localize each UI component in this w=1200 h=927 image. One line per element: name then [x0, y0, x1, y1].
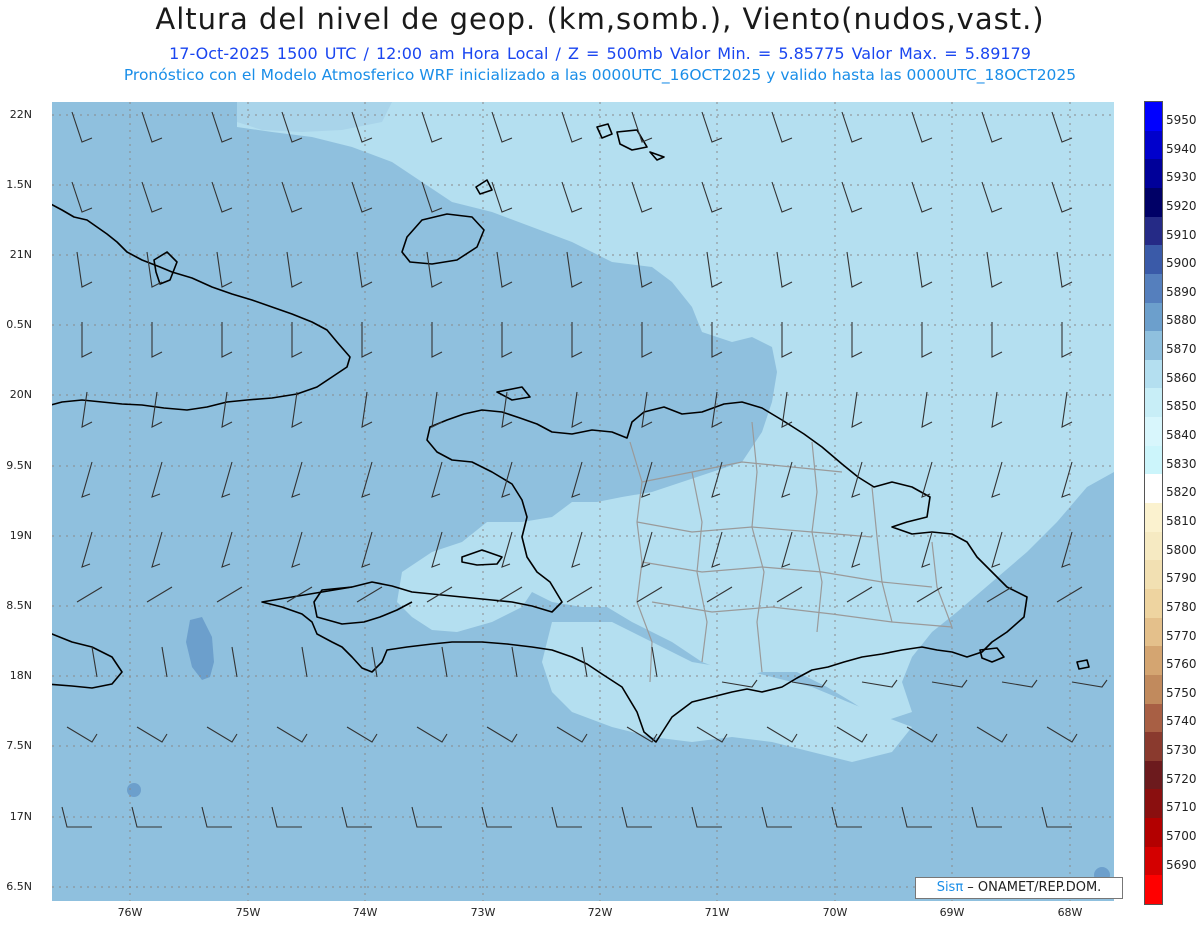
colorbar-cell: [1145, 159, 1162, 189]
lon-label-71w: 71W: [704, 906, 730, 919]
colorbar-cell: [1145, 216, 1162, 246]
colorbar-label: 5740: [1166, 714, 1197, 729]
sispi-logo-text: Sisπ: [936, 880, 964, 895]
colorbar-cell: [1145, 846, 1162, 876]
colorbar-label: 5750: [1166, 685, 1197, 700]
colorbar-cell: [1145, 875, 1162, 905]
colorbar-cell: [1145, 417, 1162, 447]
colorbar-cell: [1145, 102, 1162, 132]
colorbar-label: 5830: [1166, 456, 1197, 471]
lat-label-21n: 21N: [9, 248, 32, 261]
colorbar-cell: [1145, 674, 1162, 704]
colorbar-label: 5770: [1166, 628, 1197, 643]
lon-label-69w: 69W: [939, 906, 965, 919]
colorbar-label: 5720: [1166, 771, 1197, 786]
colorbar-cell: [1145, 560, 1162, 590]
colorbar-label: 5840: [1166, 428, 1197, 443]
lon-label-74w: 74W: [352, 906, 378, 919]
lat-label-17-5n: 7.5N: [6, 739, 32, 752]
colorbar-cell: [1145, 359, 1162, 389]
colorbar-label: 5690: [1166, 857, 1197, 872]
colorbar-label: 5700: [1166, 829, 1197, 844]
map-subtitle-model-info: Pronóstico con el Modelo Atmosferico WRF…: [123, 66, 1077, 84]
lat-label-18-5n: 8.5N: [6, 599, 32, 612]
colorbar-cell: [1145, 331, 1162, 361]
lon-label-76w: 76W: [117, 906, 143, 919]
colorbar-cell: [1145, 531, 1162, 561]
colorbar-cell: [1145, 474, 1162, 504]
colorbar-cell: [1145, 187, 1162, 218]
colorbar-cell: [1145, 245, 1162, 275]
colorbar-label: 5730: [1166, 743, 1197, 758]
geopotential-map: [52, 102, 1114, 901]
colorbar-cell: [1145, 646, 1162, 676]
lat-label-19n: 19N: [9, 529, 32, 542]
colorbar-cell: [1145, 503, 1162, 533]
colorbar-cell: [1145, 273, 1162, 303]
colorbar-cell: [1145, 445, 1162, 475]
colorbar: [1144, 101, 1163, 905]
lon-label-75w: 75W: [235, 906, 261, 919]
colorbar-cell: [1145, 703, 1162, 733]
lon-label-73w: 73W: [470, 906, 496, 919]
colorbar-label: 5790: [1166, 571, 1197, 586]
colorbar-cell: [1145, 588, 1162, 619]
map-title: Altura del nivel de geop. (km,somb.), Vi…: [155, 2, 1045, 36]
colorbar-label: 5780: [1166, 599, 1197, 614]
lat-label-22n: 22N: [9, 108, 32, 121]
colorbar-label: 5800: [1166, 542, 1197, 557]
colorbar-cell: [1145, 760, 1162, 790]
map-subtitle-valid-time: 17-Oct-2025 1500 UTC / 12:00 am Hora Loc…: [169, 44, 1031, 63]
colorbar-label: 5930: [1166, 170, 1197, 185]
colorbar-cell: [1145, 302, 1162, 332]
colorbar-label: 5950: [1166, 112, 1197, 127]
lat-label-18n: 18N: [9, 669, 32, 682]
lat-label-19-5n: 9.5N: [6, 459, 32, 472]
lon-label-72w: 72W: [587, 906, 613, 919]
shade-5880-5890-patch: [127, 783, 141, 797]
lat-label-20n: 20N: [9, 388, 32, 401]
colorbar-label: 5880: [1166, 313, 1197, 328]
lon-label-70w: 70W: [822, 906, 848, 919]
colorbar-label: 5760: [1166, 657, 1197, 672]
colorbar-cell: [1145, 617, 1162, 647]
colorbar-label: 5810: [1166, 513, 1197, 528]
colorbar-label: 5940: [1166, 141, 1197, 156]
colorbar-label: 5920: [1166, 198, 1197, 213]
colorbar-cell: [1145, 818, 1162, 848]
colorbar-label: 5900: [1166, 256, 1197, 271]
colorbar-label: 5710: [1166, 800, 1197, 815]
colorbar-label: 5890: [1166, 284, 1197, 299]
lat-label-16-5n: 6.5N: [6, 880, 32, 893]
credit-org: – ONAMET/REP.DOM.: [963, 880, 1102, 895]
lat-label-17n: 17N: [9, 810, 32, 823]
lat-label-21-5n: 1.5N: [6, 178, 32, 191]
colorbar-cell: [1145, 789, 1162, 819]
credit-box: Sisπ – ONAMET/REP.DOM.: [915, 877, 1123, 899]
colorbar-cell: [1145, 130, 1162, 160]
colorbar-label: 5910: [1166, 227, 1197, 242]
lon-label-68w: 68W: [1057, 906, 1083, 919]
colorbar-cell: [1145, 732, 1162, 762]
lat-label-20-5n: 0.5N: [6, 318, 32, 331]
colorbar-label: 5850: [1166, 399, 1197, 414]
colorbar-label: 5820: [1166, 485, 1197, 500]
colorbar-label: 5860: [1166, 370, 1197, 385]
colorbar-label: 5870: [1166, 342, 1197, 357]
colorbar-cell: [1145, 388, 1162, 418]
